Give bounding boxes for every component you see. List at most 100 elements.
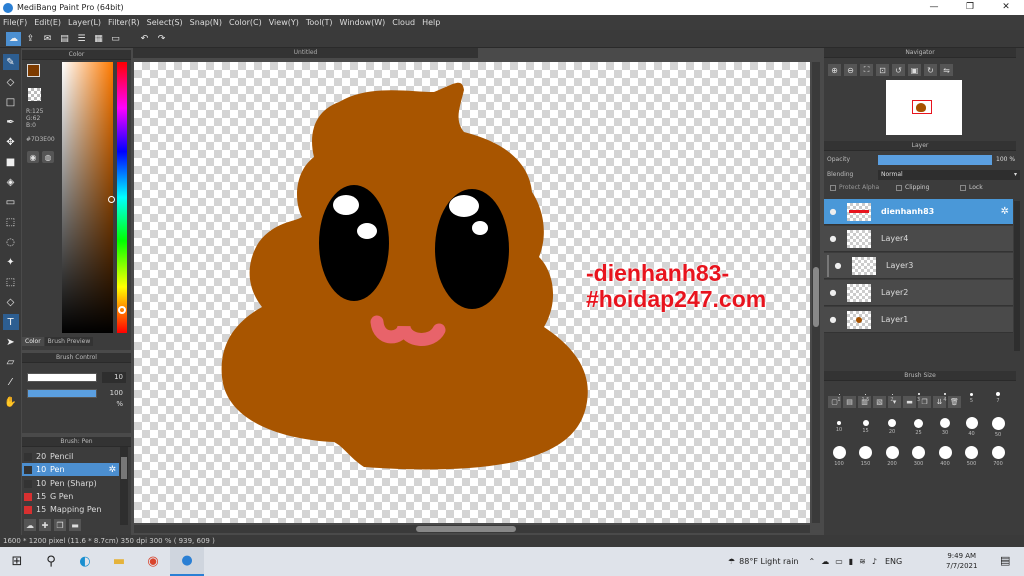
layer-row-layer2[interactable]: ● Layer2 [824,280,1013,306]
medibang-taskbar-icon[interactable]: ● [170,547,204,576]
brush-size-option[interactable]: 200 [879,443,905,469]
tray-chevron-up-icon[interactable]: ⌃ [809,557,816,566]
brush-size-option[interactable]: 10 [826,414,852,440]
brush-size-option[interactable]: 1.5 [853,385,879,411]
layout-icon[interactable]: ▤ [57,32,72,46]
minimize-button[interactable]: — [916,0,952,15]
clock[interactable]: 9:49 AM 7/7/2021 [946,551,977,571]
brush-size-option[interactable]: 4 [932,385,958,411]
brush-size-option[interactable]: 300 [906,443,932,469]
brush-settings-gear-icon[interactable]: ✲ [108,465,116,475]
menu-snap[interactable]: Snap(N) [190,18,222,27]
hand-tool-icon[interactable]: ✋ [3,394,19,410]
layer-row-dienhanh83[interactable]: ● dienhanh83 ✲ [824,199,1013,225]
weather-text[interactable]: 88°F Light rain [739,557,798,566]
hex-value[interactable]: #7D3E00 [26,136,55,143]
magic-wand-tool-icon[interactable]: ✦ [3,254,19,270]
layer-list-scrollbar[interactable] [1014,201,1020,351]
brush-size-option[interactable]: 150 [853,443,879,469]
fill-rect-tool-icon[interactable]: ■ [3,154,19,170]
menu-cloud[interactable]: Cloud [392,18,415,27]
notification-icon[interactable]: ▤ [1000,554,1010,567]
file-explorer-icon[interactable]: ▬ [102,547,136,576]
brush-tool-icon[interactable]: ✎ [2,54,19,70]
brush-size-option[interactable]: 500 [959,443,985,469]
chrome-browser-icon[interactable]: ◉ [136,547,170,576]
redo-icon[interactable]: ↷ [154,32,169,46]
brush-add-icon[interactable]: ✚ [39,519,51,531]
text-tool-icon[interactable]: T [2,314,19,330]
brush-size-option[interactable]: 50 [985,414,1011,440]
document-tab[interactable]: Untitled [133,48,478,58]
visibility-eye-icon[interactable]: ● [827,206,839,218]
menu-select[interactable]: Select(S) [147,18,183,27]
drawing-canvas[interactable]: -dienhanh83- #hoidap247.com [134,62,810,523]
brush-size-option[interactable]: 40 [959,414,985,440]
brush-opacity-value[interactable]: 100 % [102,388,126,408]
brush-size-option[interactable]: 100 [826,443,852,469]
canvas-horizontal-scrollbar[interactable] [134,525,810,533]
brush-cloud-icon[interactable]: ☁ [24,519,36,531]
zoom-in-icon[interactable]: ⊕ [828,64,841,76]
divide-tool-icon[interactable]: ▱ [3,354,19,370]
hue-cursor[interactable] [118,306,126,314]
eyedropper-tool-icon[interactable]: ⁄ [3,374,19,390]
document-icon[interactable]: ▭ [108,32,123,46]
foreground-color-swatch[interactable] [27,64,40,77]
layer-opacity-slider[interactable] [878,155,992,165]
menu-window[interactable]: Window(W) [340,18,386,27]
brush-item-pen-sharp[interactable]: 10 Pen (Sharp) [22,477,119,490]
visibility-eye-icon[interactable]: ● [827,233,839,245]
brush-size-option[interactable]: 5 [959,385,985,411]
brush-size-option[interactable]: 400 [932,443,958,469]
wifi-icon[interactable]: ≋ [859,557,866,566]
color-add-icon[interactable]: ◍ [42,151,54,163]
menu-view[interactable]: View(Y) [269,18,299,27]
visibility-eye-icon[interactable]: ● [827,287,839,299]
brush-size-option[interactable]: 15 [853,414,879,440]
hue-slider[interactable] [117,62,127,333]
menu-tool[interactable]: Tool(T) [306,18,333,27]
brush-item-pencil[interactable]: 20 Pencil [22,450,119,463]
layer-row-layer1[interactable]: ● Layer1 [824,307,1013,333]
page-list-icon[interactable]: ☰ [74,32,89,46]
transparent-color-swatch[interactable] [28,88,41,101]
clipping-checkbox[interactable]: Clipping [896,184,929,191]
select-tool-icon[interactable]: ⬚ [3,214,19,230]
volume-icon[interactable]: ♪ [872,557,877,566]
flip-icon[interactable]: ⇋ [940,64,953,76]
layer-row-layer4[interactable]: ● Layer4 [824,226,1013,252]
brush-size-value[interactable]: 10 [102,372,126,383]
brush-item-pen[interactable]: 10 Pen ✲ [22,463,119,476]
layer-row-layer3[interactable]: ● Layer3 [824,253,1013,279]
menu-layer[interactable]: Layer(L) [68,18,101,27]
tab-color[interactable]: Color [22,337,44,346]
brush-size-option[interactable]: 3 [906,385,932,411]
brush-size-option[interactable]: 7 [985,385,1011,411]
maximize-button[interactable]: ❐ [952,0,988,15]
grid-icon[interactable]: ▦ [91,32,106,46]
brush-opacity-slider[interactable] [27,389,97,398]
rotate-right-icon[interactable]: ↻ [924,64,937,76]
share-icon[interactable]: ⇪ [23,32,38,46]
rotate-left-icon[interactable]: ↺ [892,64,905,76]
fit-icon[interactable]: ⛶ [860,64,873,76]
gradient-tool-icon[interactable]: ▭ [3,194,19,210]
brush-size-option[interactable]: 25 [906,414,932,440]
brush-copy-icon[interactable]: ❐ [54,519,66,531]
move-tool-icon[interactable]: ✥ [3,134,19,150]
brush-size-slider[interactable] [27,373,97,382]
menu-file[interactable]: File(F) [3,18,27,27]
weather-icon[interactable]: ☂ [728,557,735,566]
brush-list-scrollbar[interactable] [120,447,128,525]
lock-checkbox[interactable]: Lock [960,184,983,191]
menu-edit[interactable]: Edit(E) [34,18,61,27]
windows-start-icon[interactable]: ⊞ [0,547,34,576]
brush-size-option[interactable]: 1 [826,385,852,411]
search-icon[interactable]: ⚲ [34,547,68,576]
rect-tool-icon[interactable]: □ [3,94,19,110]
cloud-icon[interactable]: ☁ [6,31,21,46]
tab-brush-preview[interactable]: Brush Preview [44,337,94,346]
pen-tool-icon[interactable]: ✒ [3,114,19,130]
battery-icon[interactable]: ▮ [849,557,853,566]
